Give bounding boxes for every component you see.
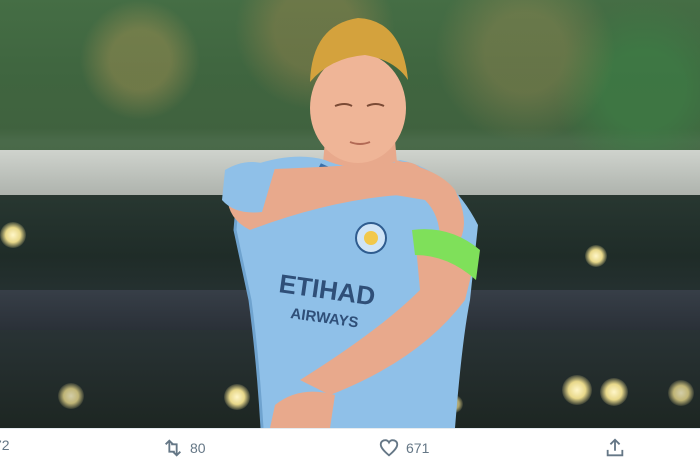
player-figure: ETIHAD AIRWAYS [0,0,700,428]
tweet-action-bar: 72 80 671 [0,428,700,465]
tweet-photo[interactable]: ETIHAD AIRWAYS [0,0,700,428]
retweet-icon [165,439,181,457]
like-count: 671 [406,440,430,456]
retweet-button[interactable]: 80 [162,437,206,459]
like-button[interactable]: 671 [378,437,429,459]
retweet-count: 80 [190,440,206,456]
share-button[interactable] [604,437,626,459]
like-icon [379,439,399,457]
share-icon [606,438,624,457]
tweet-media-card: ETIHAD AIRWAYS 72 80 671 [0,0,700,465]
reply-count: 72 [0,437,10,453]
reply-button[interactable]: 72 [0,437,10,453]
